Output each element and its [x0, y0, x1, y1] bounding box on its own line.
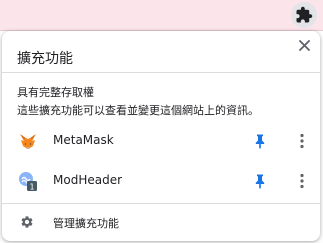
pin-icon[interactable]: [252, 133, 268, 149]
extension-badge: 1: [29, 182, 34, 191]
popup-title: 擴充功能: [17, 51, 73, 67]
puzzle-icon: [296, 6, 313, 23]
full-access-description: 這些擴充功能可以查看並變更這個網站上的資訊。: [17, 104, 259, 117]
manage-extensions-button[interactable]: 管理擴充功能: [2, 209, 320, 237]
extension-name: MetaMask: [53, 133, 114, 147]
modheader-icon: 1: [19, 172, 37, 191]
manage-extensions-label: 管理擴充功能: [53, 217, 119, 230]
extensions-popup: 擴充功能 具有完整存取權 這些擴充功能可以查看並變更這個網站上的資訊。 Meta…: [2, 31, 320, 241]
more-options-icon[interactable]: [294, 132, 310, 150]
gear-icon: [21, 216, 33, 228]
extension-row-modheader[interactable]: 1 ModHeader: [2, 163, 320, 199]
browser-toolbar: [0, 0, 323, 31]
extension-row-metamask[interactable]: MetaMask: [2, 123, 320, 159]
divider: [2, 203, 320, 204]
pin-icon[interactable]: [252, 173, 268, 189]
close-icon: [299, 40, 310, 51]
metamask-fox-icon: [20, 134, 36, 149]
more-options-icon[interactable]: [294, 172, 310, 190]
extension-name: ModHeader: [53, 173, 123, 187]
close-button[interactable]: [294, 35, 316, 57]
full-access-heading: 具有完整存取權: [17, 86, 94, 99]
divider: [2, 72, 320, 73]
extensions-button[interactable]: [291, 2, 317, 28]
